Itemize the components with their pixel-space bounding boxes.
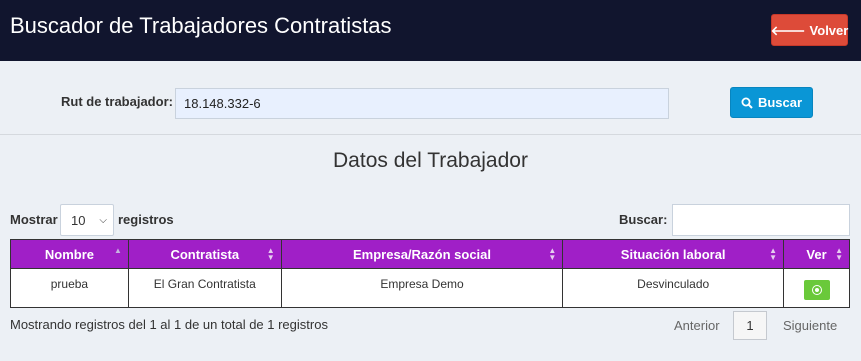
column-header-contratista[interactable]: Contratista ▲ ▼ <box>127 239 282 269</box>
cell-contratista: El Gran Contratista <box>127 268 282 308</box>
sort-icon: ▲ ▼ <box>266 246 275 262</box>
pagination-page[interactable]: 1 <box>733 311 767 340</box>
filter-label: Buscar: <box>619 212 668 227</box>
rut-input[interactable] <box>175 88 669 119</box>
filter-input[interactable] <box>672 204 850 236</box>
rut-label: Rut de trabajador: <box>61 94 173 109</box>
sort-icon: ▲ ▼ <box>769 246 778 262</box>
table-header-row: Nombre ▲ Contratista ▲ ▼ Empresa/Razón so… <box>10 239 850 269</box>
search-button-label: Buscar <box>757 95 803 110</box>
pagination-next[interactable]: Siguiente <box>783 318 837 333</box>
divider <box>0 134 861 135</box>
pagination-prev[interactable]: Anterior <box>674 318 720 333</box>
sort-icon: ▲ ▼ <box>548 246 557 262</box>
cell-ver <box>783 268 850 308</box>
page-length-select[interactable]: 10 ⌵ <box>60 204 114 236</box>
page-header: Buscador de Trabajadores Contratistas 🡐 … <box>0 0 861 61</box>
column-header-nombre[interactable]: Nombre ▲ <box>10 239 129 269</box>
cell-empresa: Empresa Demo <box>280 268 564 308</box>
eye-icon <box>812 286 821 294</box>
column-header-empresa[interactable]: Empresa/Razón social ▲ ▼ <box>280 239 564 269</box>
arrow-left-icon: 🡐 <box>770 22 806 38</box>
show-label: Mostrar <box>10 212 58 227</box>
sort-icon: ▲ ▼ <box>835 246 843 262</box>
page-length-value: 10 <box>71 212 86 228</box>
search-button[interactable]: Buscar <box>730 87 813 118</box>
search-icon <box>741 97 753 109</box>
view-button[interactable] <box>803 280 830 300</box>
column-header-situacion[interactable]: Situación laboral ▲ ▼ <box>562 239 785 269</box>
cell-nombre: prueba <box>10 268 129 308</box>
column-header-ver[interactable]: Ver ▲ ▼ <box>783 239 850 269</box>
cell-situacion: Desvinculado <box>562 268 785 308</box>
section-title: Datos del Trabajador <box>333 149 528 172</box>
workers-table: Nombre ▲ Contratista ▲ ▼ Empresa/Razón so… <box>10 239 850 308</box>
back-button-label: Volver <box>809 22 849 38</box>
back-button[interactable]: 🡐 Volver <box>771 14 848 46</box>
table-info: Mostrando registros del 1 al 1 de un tot… <box>10 317 328 332</box>
records-label: registros <box>118 212 174 227</box>
chevron-down-icon: ⌵ <box>99 215 107 226</box>
sort-asc-icon: ▲ <box>113 246 122 255</box>
page-title: Buscador de Trabajadores Contratistas <box>10 13 392 38</box>
table-row: prueba El Gran Contratista Empresa Demo … <box>10 268 850 308</box>
